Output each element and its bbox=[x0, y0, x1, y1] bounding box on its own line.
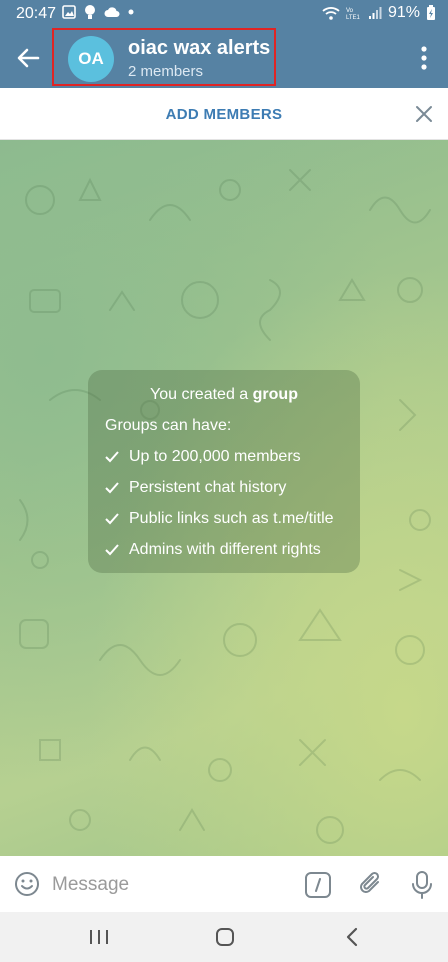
checkmark-icon bbox=[105, 544, 119, 556]
card-title: You created a group bbox=[150, 386, 298, 403]
member-count: 2 members bbox=[128, 63, 204, 80]
wifi-icon bbox=[322, 7, 340, 20]
svg-text:LTE1: LTE1 bbox=[346, 15, 361, 20]
message-input[interactable] bbox=[50, 870, 284, 900]
battery-percent: 91% bbox=[387, 4, 420, 21]
signal-icon bbox=[368, 7, 382, 19]
emoji-icon[interactable] bbox=[14, 871, 40, 897]
microphone-icon[interactable] bbox=[410, 870, 434, 900]
dot-icon bbox=[128, 9, 134, 15]
paperclip-icon[interactable] bbox=[358, 870, 384, 898]
recent-apps-icon[interactable] bbox=[88, 928, 110, 946]
home-icon[interactable] bbox=[215, 927, 235, 947]
feature-item: Admins with different rights bbox=[105, 541, 321, 559]
status-bar: 20:47 Vo LTE1 91% bbox=[0, 0, 448, 28]
chat-background: You created a group Groups can have: Up … bbox=[0, 140, 448, 856]
chat-header-info[interactable]: OA oiac wax alerts 2 members bbox=[52, 28, 276, 86]
add-members-bar: ADD MEMBERS bbox=[0, 88, 448, 140]
battery-icon bbox=[427, 5, 435, 20]
chat-title: oiac wax alerts bbox=[128, 37, 271, 59]
gallery-icon bbox=[62, 5, 76, 19]
checkmark-icon bbox=[105, 451, 119, 463]
group-created-card: You created a group Groups can have: Up … bbox=[88, 370, 360, 573]
lightbulb-icon bbox=[85, 5, 95, 19]
feature-item: Persistent chat history bbox=[105, 479, 286, 497]
volte-icon: VoLTE1 bbox=[346, 8, 361, 20]
checkmark-icon bbox=[105, 513, 119, 525]
chat-app-bar: OA oiac wax alerts 2 members bbox=[0, 28, 448, 88]
feature-item: Public links such as t.me/title bbox=[105, 510, 334, 528]
feature-item: Up to 200,000 members bbox=[105, 448, 301, 466]
add-members-button[interactable]: ADD MEMBERS bbox=[0, 106, 448, 123]
system-nav-bar bbox=[0, 912, 448, 962]
group-avatar[interactable]: OA bbox=[68, 36, 114, 82]
status-time: 20:47 bbox=[16, 5, 57, 22]
message-composer bbox=[0, 856, 448, 912]
bot-commands-icon[interactable] bbox=[305, 872, 331, 898]
card-subtitle: Groups can have: bbox=[105, 417, 232, 434]
svg-text:Vo: Vo bbox=[346, 8, 354, 14]
checkmark-icon bbox=[105, 482, 119, 494]
cloud-icon bbox=[104, 7, 120, 17]
back-arrow-icon[interactable] bbox=[14, 44, 42, 72]
more-options-icon[interactable] bbox=[414, 43, 434, 73]
close-icon[interactable] bbox=[412, 102, 436, 126]
nav-back-icon[interactable] bbox=[344, 927, 360, 947]
